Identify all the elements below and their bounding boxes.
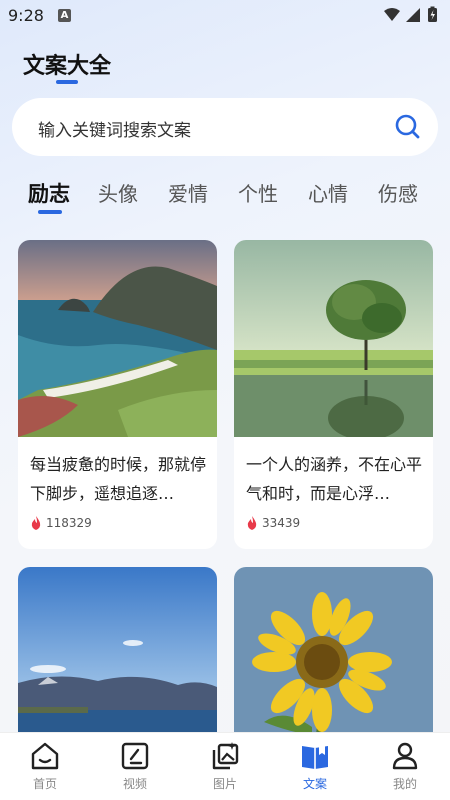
status-time: 9:28 — [8, 6, 44, 25]
tab-mood[interactable]: 心情 — [308, 178, 348, 207]
book-icon — [302, 745, 328, 769]
video-icon — [121, 742, 149, 770]
search-input[interactable]: 输入关键词搜索文案 — [12, 98, 438, 156]
nav-video[interactable]: 视频 — [105, 741, 165, 792]
active-tab-indicator — [38, 210, 62, 214]
card-quote: 一个人的涵养，不在心平气和时，而是心浮… — [246, 455, 423, 503]
card[interactable] — [18, 567, 217, 747]
card-views: 33439 — [246, 516, 300, 530]
nav-copywriting-label: 文案 — [302, 777, 327, 791]
tab-love[interactable]: 爱情 — [168, 178, 208, 207]
nav-images-label: 图片 — [212, 777, 237, 791]
card-image-tree — [234, 240, 433, 437]
home-icon — [31, 742, 59, 770]
page-title: 文案大全 — [23, 54, 112, 79]
tab-sad[interactable]: 伤感 — [378, 178, 418, 207]
status-icons — [382, 6, 442, 28]
nav-home[interactable]: 首页 — [15, 741, 75, 792]
images-icon — [212, 742, 239, 770]
card-views: 118329 — [30, 516, 92, 530]
view-count: 33439 — [262, 516, 301, 530]
tab-personality[interactable]: 个性 — [238, 178, 278, 207]
category-tabs: \ 励志 头像 爱情 个性 心情 伤感 — [0, 174, 450, 216]
search-placeholder: 输入关键词搜索文案 — [38, 121, 191, 141]
notification-a-icon: A — [58, 9, 71, 22]
nav-profile-label: 我的 — [392, 777, 417, 791]
card-image-lake — [18, 567, 217, 747]
title-underline — [56, 80, 78, 84]
status-bar: 9:28 A — [0, 0, 450, 32]
nav-video-label: 视频 — [122, 777, 147, 791]
signal-icon — [406, 8, 420, 22]
user-icon — [392, 742, 418, 770]
card[interactable]: 每当疲惫的时候，那就停下脚步，遥想追逐… 118329 — [18, 240, 217, 549]
nav-home-label: 首页 — [32, 777, 57, 791]
tab-inspirational[interactable]: 励志 — [28, 178, 70, 208]
flame-icon — [31, 516, 41, 530]
battery-icon — [428, 6, 437, 22]
view-count: 118329 — [46, 516, 92, 530]
flame-icon — [247, 516, 257, 530]
card-image-coast — [18, 240, 217, 437]
card-quote: 每当疲惫的时候，那就停下脚步，遥想追逐… — [30, 455, 207, 503]
card[interactable] — [234, 567, 433, 747]
wifi-icon — [384, 8, 400, 21]
card[interactable]: 一个人的涵养，不在心平气和时，而是心浮… 33439 — [234, 240, 433, 549]
search-icon[interactable] — [394, 113, 422, 145]
nav-copywriting[interactable]: 文案 — [285, 741, 345, 792]
card-image-sunflower — [234, 567, 433, 747]
nav-profile[interactable]: 我的 — [375, 741, 435, 792]
tab-avatar[interactable]: 头像 — [98, 178, 138, 207]
bottom-nav: 首页 视频 图片 文案 我的 — [0, 732, 450, 800]
nav-images[interactable]: 图片 — [195, 741, 255, 792]
